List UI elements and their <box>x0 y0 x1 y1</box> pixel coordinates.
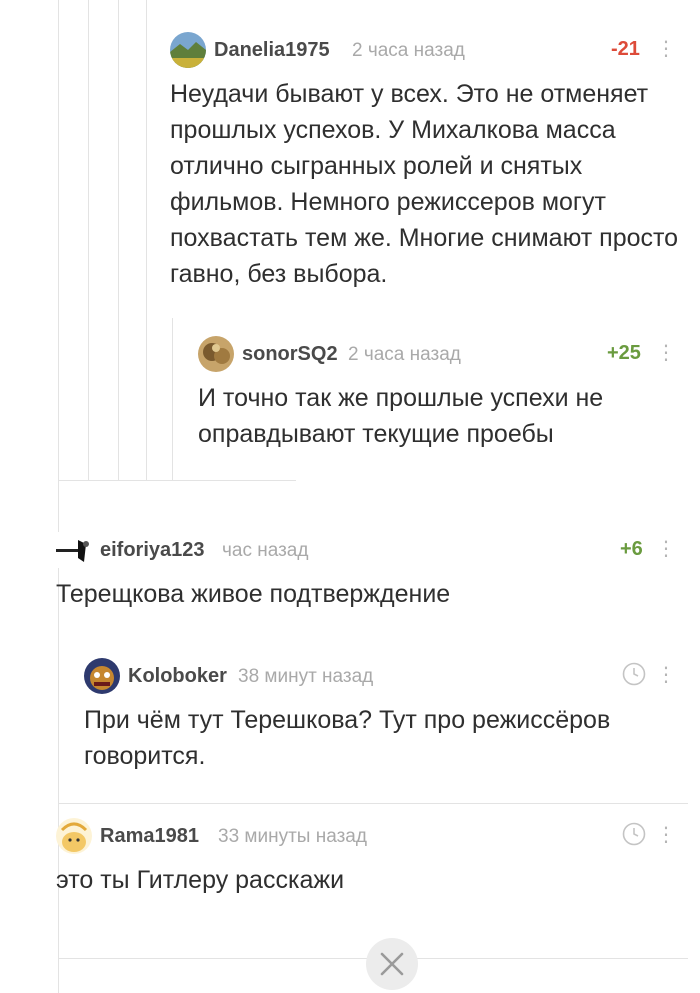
timestamp: 38 минут назад <box>238 666 374 687</box>
more-vertical-icon[interactable]: ⋮ <box>656 664 676 686</box>
avatar[interactable] <box>56 818 92 854</box>
thread-line <box>146 0 147 480</box>
thread-line <box>58 630 59 760</box>
more-vertical-icon[interactable]: ⋮ <box>656 342 676 364</box>
thread-line <box>172 318 173 480</box>
close-icon <box>380 952 404 976</box>
username[interactable]: Rama1981 <box>100 825 199 848</box>
avatar[interactable] <box>56 532 92 568</box>
clock-icon <box>622 662 646 686</box>
avatar[interactable] <box>198 336 234 372</box>
comment-text: При чём тут Терешкова? Тут про режиссёро… <box>84 706 611 770</box>
thread-line <box>118 0 119 480</box>
username[interactable]: sonorSQ2 <box>242 343 338 366</box>
close-button[interactable] <box>366 938 418 990</box>
more-vertical-icon[interactable]: ⋮ <box>656 38 676 60</box>
timestamp: 33 минуты назад <box>218 826 367 847</box>
timestamp: 2 часа назад <box>352 40 465 61</box>
username[interactable]: Danelia1975 <box>214 39 330 62</box>
timestamp: час назад <box>222 540 309 561</box>
more-vertical-icon[interactable]: ⋮ <box>656 824 676 846</box>
avatar[interactable] <box>84 658 120 694</box>
comment-text: Терещкова живое подтверждение <box>56 580 451 608</box>
rating: +25 <box>607 342 641 364</box>
username[interactable]: Koloboker <box>128 665 227 688</box>
more-vertical-icon[interactable]: ⋮ <box>656 538 676 560</box>
comment: sonorSQ2 2 часа назад +25 ⋮ И точно так … <box>198 334 680 452</box>
comment-text: Неудачи бывают у всех. Это не отменяет п… <box>170 80 679 288</box>
comment: Danelia1975 2 часа назад -21 ⋮ Неудачи б… <box>170 30 680 292</box>
comment: Rama1981 33 минуты назад ⋮ это ты Гитлер… <box>56 816 680 898</box>
rating: -21 <box>611 38 640 60</box>
avatar[interactable] <box>170 32 206 68</box>
thread-divider <box>58 803 688 804</box>
thread-divider <box>58 480 296 481</box>
clock-icon <box>622 822 646 846</box>
comment-text: это ты Гитлеру расскажи <box>56 866 345 894</box>
rating: +6 <box>620 538 643 560</box>
thread-line <box>58 945 59 993</box>
timestamp: 2 часа назад <box>348 344 461 365</box>
comment-text: И точно так же прошлые успехи не оправды… <box>198 384 604 448</box>
username[interactable]: eiforiya123 <box>100 539 205 562</box>
comment: eiforiya123 час назад +6 ⋮ Терещкова жив… <box>56 530 680 612</box>
comment: Koloboker 38 минут назад ⋮ При чём тут Т… <box>84 656 680 774</box>
thread-line <box>88 0 89 480</box>
